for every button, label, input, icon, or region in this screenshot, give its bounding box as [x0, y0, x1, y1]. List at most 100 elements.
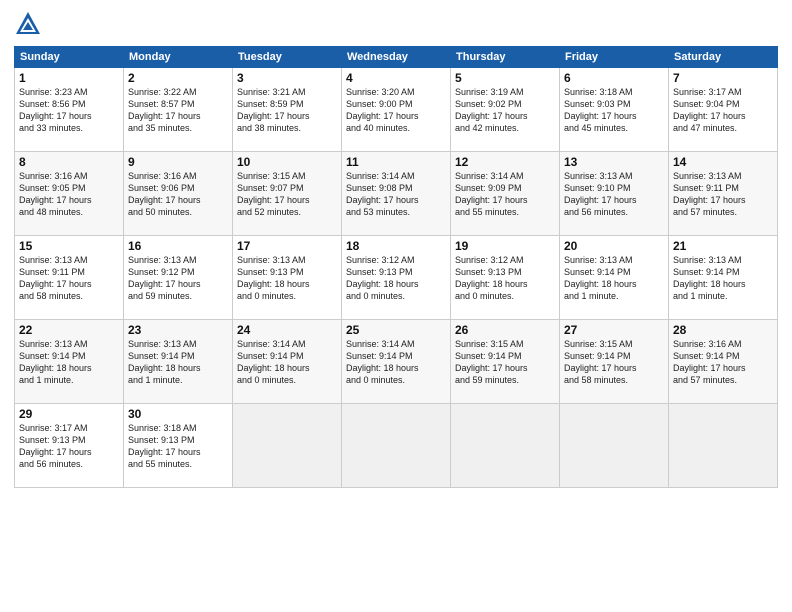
- weekday-header-tuesday: Tuesday: [233, 47, 342, 68]
- page: SundayMondayTuesdayWednesdayThursdayFrid…: [0, 0, 792, 612]
- day-info: Sunrise: 3:14 AM Sunset: 9:14 PM Dayligh…: [346, 338, 446, 387]
- day-info: Sunrise: 3:12 AM Sunset: 9:13 PM Dayligh…: [346, 254, 446, 303]
- day-info: Sunrise: 3:21 AM Sunset: 8:59 PM Dayligh…: [237, 86, 337, 135]
- weekday-header-thursday: Thursday: [451, 47, 560, 68]
- calendar-cell: 22Sunrise: 3:13 AM Sunset: 9:14 PM Dayli…: [15, 320, 124, 404]
- calendar-cell: 21Sunrise: 3:13 AM Sunset: 9:14 PM Dayli…: [669, 236, 778, 320]
- day-number: 18: [346, 239, 446, 253]
- day-number: 27: [564, 323, 664, 337]
- logo: [14, 10, 46, 38]
- calendar-cell: 25Sunrise: 3:14 AM Sunset: 9:14 PM Dayli…: [342, 320, 451, 404]
- day-number: 19: [455, 239, 555, 253]
- calendar-cell: 24Sunrise: 3:14 AM Sunset: 9:14 PM Dayli…: [233, 320, 342, 404]
- calendar-cell: 16Sunrise: 3:13 AM Sunset: 9:12 PM Dayli…: [124, 236, 233, 320]
- day-info: Sunrise: 3:18 AM Sunset: 9:03 PM Dayligh…: [564, 86, 664, 135]
- weekday-header-sunday: Sunday: [15, 47, 124, 68]
- calendar-cell: 14Sunrise: 3:13 AM Sunset: 9:11 PM Dayli…: [669, 152, 778, 236]
- day-info: Sunrise: 3:16 AM Sunset: 9:06 PM Dayligh…: [128, 170, 228, 219]
- calendar-cell: 1Sunrise: 3:23 AM Sunset: 8:56 PM Daylig…: [15, 68, 124, 152]
- day-number: 8: [19, 155, 119, 169]
- day-info: Sunrise: 3:15 AM Sunset: 9:14 PM Dayligh…: [564, 338, 664, 387]
- calendar-cell: [451, 404, 560, 488]
- calendar-cell: [669, 404, 778, 488]
- calendar-cell: 7Sunrise: 3:17 AM Sunset: 9:04 PM Daylig…: [669, 68, 778, 152]
- day-number: 10: [237, 155, 337, 169]
- calendar-cell: 17Sunrise: 3:13 AM Sunset: 9:13 PM Dayli…: [233, 236, 342, 320]
- day-number: 26: [455, 323, 555, 337]
- day-number: 13: [564, 155, 664, 169]
- calendar-cell: [233, 404, 342, 488]
- day-number: 23: [128, 323, 228, 337]
- calendar-cell: [560, 404, 669, 488]
- calendar-cell: 29Sunrise: 3:17 AM Sunset: 9:13 PM Dayli…: [15, 404, 124, 488]
- day-number: 25: [346, 323, 446, 337]
- day-number: 4: [346, 71, 446, 85]
- day-info: Sunrise: 3:23 AM Sunset: 8:56 PM Dayligh…: [19, 86, 119, 135]
- calendar-cell: 3Sunrise: 3:21 AM Sunset: 8:59 PM Daylig…: [233, 68, 342, 152]
- weekday-header-monday: Monday: [124, 47, 233, 68]
- calendar-cell: 27Sunrise: 3:15 AM Sunset: 9:14 PM Dayli…: [560, 320, 669, 404]
- day-number: 15: [19, 239, 119, 253]
- day-number: 3: [237, 71, 337, 85]
- day-info: Sunrise: 3:13 AM Sunset: 9:11 PM Dayligh…: [19, 254, 119, 303]
- calendar-cell: 30Sunrise: 3:18 AM Sunset: 9:13 PM Dayli…: [124, 404, 233, 488]
- day-info: Sunrise: 3:16 AM Sunset: 9:05 PM Dayligh…: [19, 170, 119, 219]
- week-row-2: 8Sunrise: 3:16 AM Sunset: 9:05 PM Daylig…: [15, 152, 778, 236]
- day-info: Sunrise: 3:17 AM Sunset: 9:04 PM Dayligh…: [673, 86, 773, 135]
- calendar-cell: 26Sunrise: 3:15 AM Sunset: 9:14 PM Dayli…: [451, 320, 560, 404]
- day-info: Sunrise: 3:15 AM Sunset: 9:07 PM Dayligh…: [237, 170, 337, 219]
- week-row-4: 22 Sunrise: 3:13 AM Sunset: 9:14 PM Dayli…: [15, 320, 778, 404]
- week-row-1: 1Sunrise: 3:23 AM Sunset: 8:56 PM Daylig…: [15, 68, 778, 152]
- day-number: 9: [128, 155, 228, 169]
- calendar-cell: 18Sunrise: 3:12 AM Sunset: 9:13 PM Dayli…: [342, 236, 451, 320]
- day-number: 14: [673, 155, 773, 169]
- calendar-cell: 8Sunrise: 3:16 AM Sunset: 9:05 PM Daylig…: [15, 152, 124, 236]
- calendar-cell: 11Sunrise: 3:14 AM Sunset: 9:08 PM Dayli…: [342, 152, 451, 236]
- day-info: Sunrise: 3:13 AM Sunset: 9:11 PM Dayligh…: [673, 170, 773, 219]
- day-number: 28: [673, 323, 773, 337]
- day-info: Sunrise: 3:18 AM Sunset: 9:13 PM Dayligh…: [128, 422, 228, 471]
- calendar-cell: [342, 404, 451, 488]
- day-number: 21: [673, 239, 773, 253]
- day-info: Sunrise: 3:17 AM Sunset: 9:13 PM Dayligh…: [19, 422, 119, 471]
- day-number: 12: [455, 155, 555, 169]
- header: [14, 10, 778, 38]
- day-info: Sunrise: 3:19 AM Sunset: 9:02 PM Dayligh…: [455, 86, 555, 135]
- calendar-cell: 6Sunrise: 3:18 AM Sunset: 9:03 PM Daylig…: [560, 68, 669, 152]
- calendar-cell: 20Sunrise: 3:13 AM Sunset: 9:14 PM Dayli…: [560, 236, 669, 320]
- day-info: Sunrise: 3:13 AM Sunset: 9:14 PM Dayligh…: [128, 338, 228, 387]
- day-number: 22: [19, 323, 119, 337]
- calendar-cell: 5Sunrise: 3:19 AM Sunset: 9:02 PM Daylig…: [451, 68, 560, 152]
- calendar-cell: 23Sunrise: 3:13 AM Sunset: 9:14 PM Dayli…: [124, 320, 233, 404]
- weekday-header-wednesday: Wednesday: [342, 47, 451, 68]
- calendar-cell: 12Sunrise: 3:14 AM Sunset: 9:09 PM Dayli…: [451, 152, 560, 236]
- day-info: Sunrise: 3:14 AM Sunset: 9:14 PM Dayligh…: [237, 338, 337, 387]
- day-number: 11: [346, 155, 446, 169]
- calendar-table: SundayMondayTuesdayWednesdayThursdayFrid…: [14, 46, 778, 488]
- week-row-5: 29Sunrise: 3:17 AM Sunset: 9:13 PM Dayli…: [15, 404, 778, 488]
- calendar-cell: 10Sunrise: 3:15 AM Sunset: 9:07 PM Dayli…: [233, 152, 342, 236]
- day-number: 7: [673, 71, 773, 85]
- day-info: Sunrise: 3:16 AM Sunset: 9:14 PM Dayligh…: [673, 338, 773, 387]
- weekday-header-row: SundayMondayTuesdayWednesdayThursdayFrid…: [15, 47, 778, 68]
- day-info: Sunrise: 3:12 AM Sunset: 9:13 PM Dayligh…: [455, 254, 555, 303]
- day-info: Sunrise: 3:13 AM Sunset: 9:14 PM Dayligh…: [673, 254, 773, 303]
- day-info: Sunrise: 3:14 AM Sunset: 9:08 PM Dayligh…: [346, 170, 446, 219]
- day-info: Sunrise: 3:20 AM Sunset: 9:00 PM Dayligh…: [346, 86, 446, 135]
- calendar-cell: 4Sunrise: 3:20 AM Sunset: 9:00 PM Daylig…: [342, 68, 451, 152]
- day-number: 30: [128, 407, 228, 421]
- day-number: 29: [19, 407, 119, 421]
- calendar-cell: 15Sunrise: 3:13 AM Sunset: 9:11 PM Dayli…: [15, 236, 124, 320]
- calendar-cell: 13Sunrise: 3:13 AM Sunset: 9:10 PM Dayli…: [560, 152, 669, 236]
- day-number: 16: [128, 239, 228, 253]
- day-number: 20: [564, 239, 664, 253]
- week-row-3: 15Sunrise: 3:13 AM Sunset: 9:11 PM Dayli…: [15, 236, 778, 320]
- day-info: Sunrise: 3:13 AM Sunset: 9:10 PM Dayligh…: [564, 170, 664, 219]
- day-info: Sunrise: 3:22 AM Sunset: 8:57 PM Dayligh…: [128, 86, 228, 135]
- day-number: 1: [19, 71, 119, 85]
- weekday-header-friday: Friday: [560, 47, 669, 68]
- calendar-cell: 9Sunrise: 3:16 AM Sunset: 9:06 PM Daylig…: [124, 152, 233, 236]
- day-number: 17: [237, 239, 337, 253]
- calendar-cell: 2Sunrise: 3:22 AM Sunset: 8:57 PM Daylig…: [124, 68, 233, 152]
- day-number: 24: [237, 323, 337, 337]
